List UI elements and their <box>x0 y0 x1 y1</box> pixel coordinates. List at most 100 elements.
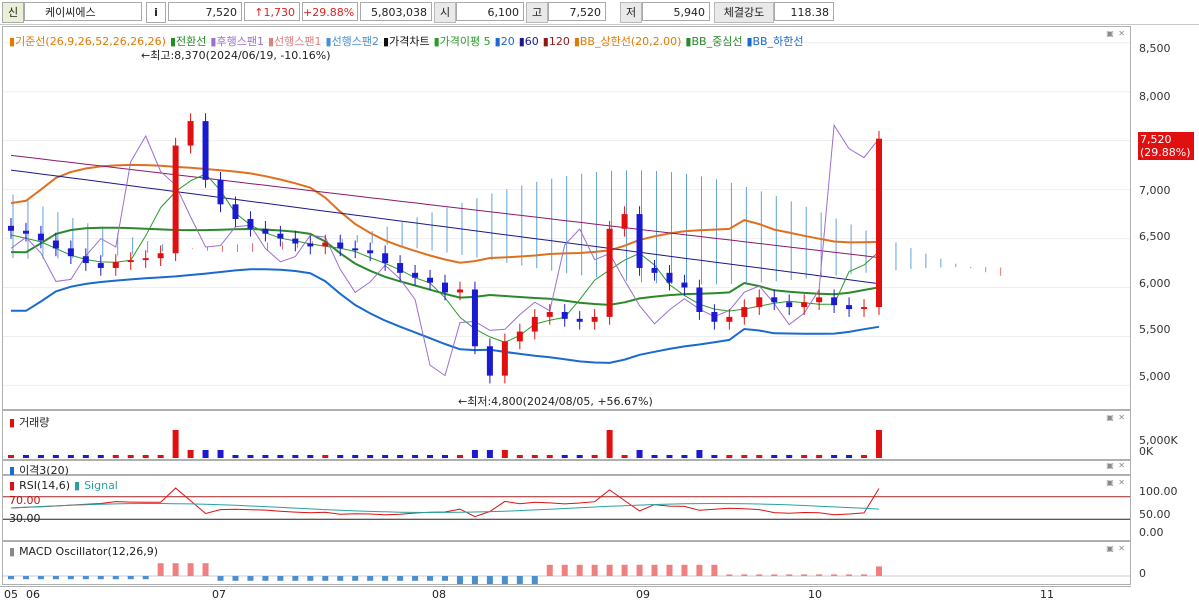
candle-body <box>277 233 284 239</box>
candle-body <box>247 219 254 229</box>
x-tick: 11 <box>1040 588 1054 601</box>
macd-bar <box>471 576 478 584</box>
candle-body <box>262 228 269 234</box>
volume-bar <box>172 430 179 458</box>
legend-item[interactable]: 가격이평 5 <box>440 35 491 48</box>
candle-body <box>756 297 763 308</box>
strength-label: 체결강도 <box>714 2 774 23</box>
legend-item[interactable]: 가격차트 <box>389 35 429 48</box>
candle-body <box>367 250 374 254</box>
candle-body <box>711 312 718 322</box>
legend-item[interactable]: BB_중심선 <box>691 35 742 48</box>
volume-bar <box>771 455 778 458</box>
legend-item[interactable]: BB_하한선 <box>753 35 804 48</box>
ma5-line <box>10 173 880 343</box>
volume-bar <box>397 455 404 458</box>
legend-marker: ▮ <box>573 35 580 48</box>
candle-body <box>471 289 478 347</box>
candle-body <box>696 287 703 312</box>
volume-bar <box>666 455 673 458</box>
volume-bar <box>456 455 463 458</box>
rsi-signal-line <box>10 502 880 514</box>
volume-bar <box>816 455 823 458</box>
macd-bar <box>202 563 209 576</box>
panel-window-buttons[interactable]: ▣ ✕ <box>1106 544 1126 553</box>
x-tick: 08 <box>432 588 446 601</box>
candle-body <box>591 316 598 322</box>
macd-bar <box>831 574 838 576</box>
macd-bar <box>696 564 703 576</box>
volume-bar <box>442 455 448 458</box>
rsi-level-30: 30.00 <box>9 512 41 525</box>
macd-bar <box>531 576 538 584</box>
legend-item[interactable]: BB_상한선(20,2.00) <box>580 35 682 48</box>
candle-body <box>67 248 74 257</box>
volume-bar <box>606 430 613 458</box>
volume-bar <box>501 450 508 458</box>
low-label: 저 <box>620 2 642 23</box>
legend-item[interactable]: 선행스팬2 <box>332 35 379 48</box>
panel-window-buttons[interactable]: ▣ ✕ <box>1106 413 1126 422</box>
rsi-y-axis: 100.00 50.00 0.00 <box>1131 475 1199 541</box>
panel-window-buttons[interactable]: ▣ ✕ <box>1106 461 1126 470</box>
candle-body <box>142 258 149 261</box>
candle-body <box>606 228 613 317</box>
macd-bar <box>591 564 598 576</box>
candle-body <box>621 214 628 229</box>
price-legend: ▮기준선(26,9,26,52,26,26,26) ▮전환선 ▮후행스팬1 ▮선행스팬… <box>9 33 807 49</box>
change-rate: +29.88% <box>302 2 358 21</box>
panel-window-buttons[interactable]: ▣ ✕ <box>1106 29 1126 38</box>
candle-body <box>876 138 882 308</box>
disparity-panel[interactable]: ▮ 이격3(20) ▣ ✕ <box>2 460 1131 477</box>
x-tick: 07 <box>212 588 226 601</box>
macd-bar <box>52 576 59 580</box>
volume-bar <box>337 455 344 458</box>
volume-panel[interactable]: ▮ 거래량 ▣ ✕ <box>2 410 1131 460</box>
macd-bar <box>876 566 882 576</box>
macd-bar <box>546 564 553 576</box>
legend-item[interactable]: 120 <box>549 35 570 48</box>
candle-body <box>82 256 89 264</box>
macd-bar <box>516 576 523 584</box>
volume-bar <box>157 455 164 458</box>
volume-bar <box>636 450 643 458</box>
candle-body <box>337 242 344 249</box>
macd-legend-label: MACD Oscillator(12,26,9) <box>19 545 159 558</box>
macd-tick: 0 <box>1139 567 1146 580</box>
candle-body <box>187 121 194 146</box>
legend-item[interactable]: 20 <box>501 35 515 48</box>
candle-body <box>501 341 508 376</box>
macd-bar <box>576 564 583 576</box>
price-chart-panel[interactable]: ▮기준선(26,9,26,52,26,26,26) ▮전환선 ▮후행스팬1 ▮선행스팬… <box>2 26 1131 410</box>
legend-item[interactable]: 60 <box>525 35 539 48</box>
volume-bar <box>142 455 149 458</box>
candle-body <box>561 312 568 319</box>
candle-body <box>576 318 583 322</box>
volume-bar <box>561 455 568 458</box>
panel-window-buttons[interactable]: ▣ ✕ <box>1106 478 1126 487</box>
candle-body <box>516 331 523 342</box>
volume-bar <box>412 455 419 458</box>
macd-bar <box>846 574 853 576</box>
stock-name-field[interactable]: 케이씨에스 <box>24 2 142 21</box>
macd-panel[interactable]: ▮ MACD Oscillator(12,26,9) ▣ ✕ <box>2 541 1131 585</box>
macd-bar <box>397 576 404 581</box>
macd-bar <box>412 576 419 581</box>
volume-bar <box>546 455 553 458</box>
info-button[interactable]: i <box>146 2 166 23</box>
volume-bar <box>576 455 583 458</box>
candle-body <box>486 346 493 376</box>
x-tick: 06 <box>26 588 40 601</box>
candle-body <box>52 240 59 249</box>
rsi-panel[interactable]: ▮ RSI(14,6) ▮ Signal 70.00 30.00 ▣ ✕ <box>2 475 1131 541</box>
candle-body <box>307 243 314 247</box>
open-price: 6,100 <box>456 2 524 21</box>
macd-bar <box>157 563 164 576</box>
x-tick: 10 <box>808 588 822 601</box>
candle-body <box>22 230 29 234</box>
rsi-tick: 50.00 <box>1139 508 1171 521</box>
x-axis: 05 06 07 08 09 10 11 <box>0 586 1131 602</box>
volume-legend-label: 거래량 <box>19 416 50 429</box>
price-change: ↑1,730 <box>244 2 300 21</box>
volume-value: 5,803,038 <box>360 2 432 21</box>
